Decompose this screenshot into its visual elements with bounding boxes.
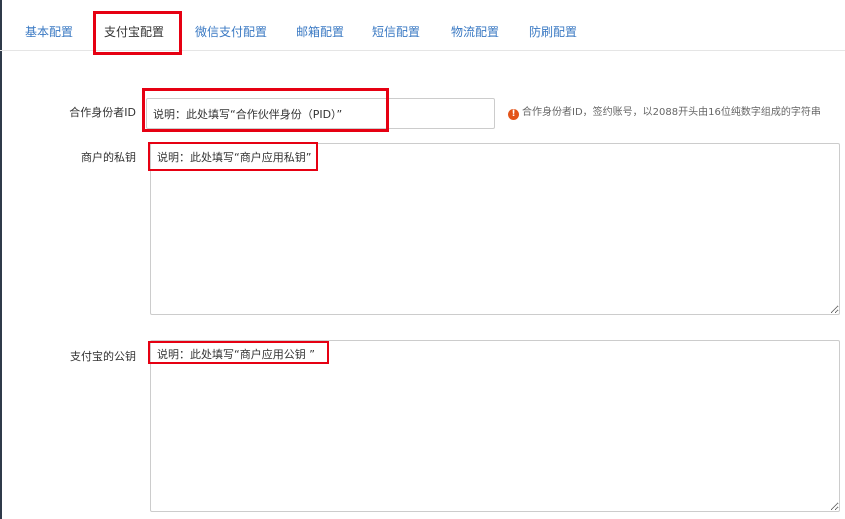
exclamation-icon: ! [508, 109, 519, 120]
partner-id-input[interactable] [146, 98, 495, 129]
tab-basic-config[interactable]: 基本配置 [25, 24, 73, 40]
partner-id-hint: ! 合作身份者ID，签约账号，以2088开头由16位纯数字组成的字符串 [508, 106, 821, 120]
tab-wechat-pay-config[interactable]: 微信支付配置 [195, 24, 267, 40]
merchant-private-key-textarea[interactable]: 说明：此处填写“商户应用私钥” [150, 143, 840, 315]
partner-id-hint-text: 合作身份者ID，签约账号，以2088开头由16位纯数字组成的字符串 [522, 107, 821, 118]
tab-alipay-config[interactable]: 支付宝配置 [104, 24, 164, 40]
partner-id-label: 合作身份者ID [69, 106, 136, 119]
alipay-public-key-label: 支付宝的公钥 [70, 350, 136, 363]
merchant-private-key-label: 商户的私钥 [81, 151, 136, 164]
left-edge-strip [0, 0, 2, 519]
alipay-public-key-textarea[interactable]: 说明：此处填写“商户应用公钥 ” [150, 340, 840, 512]
config-tabs: 基本配置 支付宝配置 微信支付配置 邮箱配置 短信配置 物流配置 防刷配置 [0, 0, 845, 51]
tab-email-config[interactable]: 邮箱配置 [296, 24, 344, 40]
tab-sms-config[interactable]: 短信配置 [372, 24, 420, 40]
tab-anti-brush-config[interactable]: 防刷配置 [529, 24, 577, 40]
tab-logistics-config[interactable]: 物流配置 [451, 24, 499, 40]
